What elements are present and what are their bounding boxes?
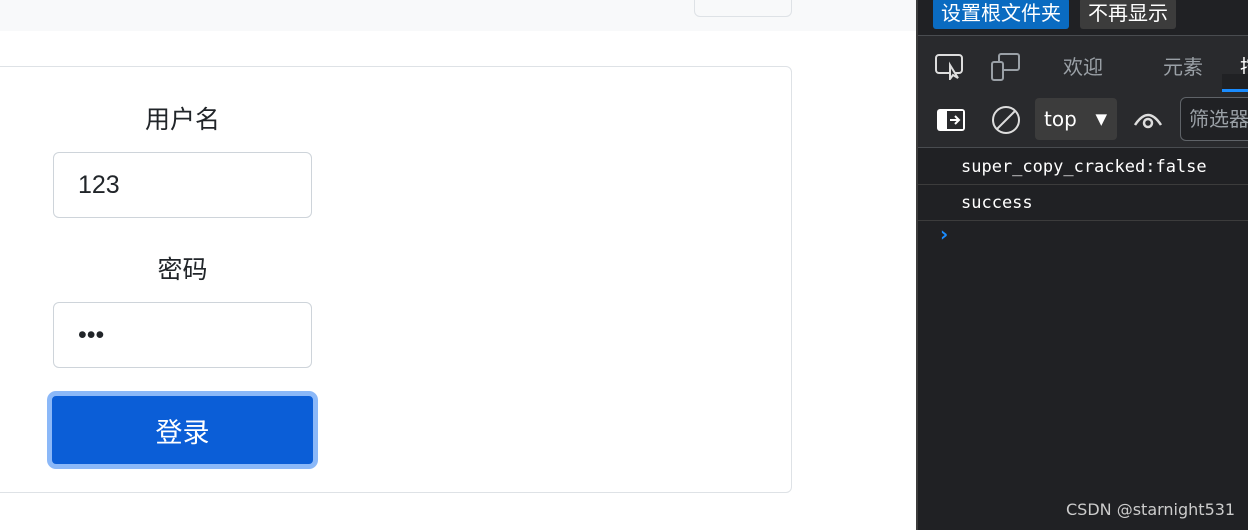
live-expression-icon[interactable] <box>1133 109 1163 131</box>
devtools-panel: 设置根文件夹 不再显示 欢迎 元素 控制台 top▼ 筛选器 super_cop… <box>916 0 1248 530</box>
password-input[interactable]: ••• <box>53 302 312 368</box>
dont-show-again-button[interactable]: 不再显示 <box>1080 0 1176 29</box>
username-label: 用户名 <box>144 105 220 134</box>
username-input[interactable]: 123 <box>53 152 312 218</box>
filter-input[interactable]: 筛选器 <box>1180 97 1248 141</box>
navbar <box>0 0 916 31</box>
device-toolbar-icon[interactable] <box>991 53 1021 81</box>
set-root-folder-button[interactable]: 设置根文件夹 <box>933 0 1069 29</box>
sidebar-toggle-icon[interactable] <box>936 108 966 132</box>
context-selector[interactable]: top ▼ <box>1035 98 1117 140</box>
context-value: top <box>1044 107 1077 131</box>
console-prompt-icon[interactable]: › <box>940 222 948 246</box>
clear-console-icon[interactable] <box>991 105 1021 135</box>
console-message: super_copy_cracked:false <box>918 149 1248 185</box>
navbar-toggle-button[interactable] <box>694 0 792 17</box>
tab-welcome[interactable]: 欢迎 <box>1063 51 1103 80</box>
caret-down-icon: ▼ <box>1095 110 1107 128</box>
inspect-icon[interactable] <box>935 54 965 80</box>
login-button[interactable]: 登录 <box>47 391 318 469</box>
password-label: 密码 <box>157 255 208 284</box>
tab-elements[interactable]: 元素 <box>1163 51 1203 80</box>
console-message: success <box>918 185 1248 221</box>
watermark: CSDN @starnight531 <box>1066 500 1236 519</box>
